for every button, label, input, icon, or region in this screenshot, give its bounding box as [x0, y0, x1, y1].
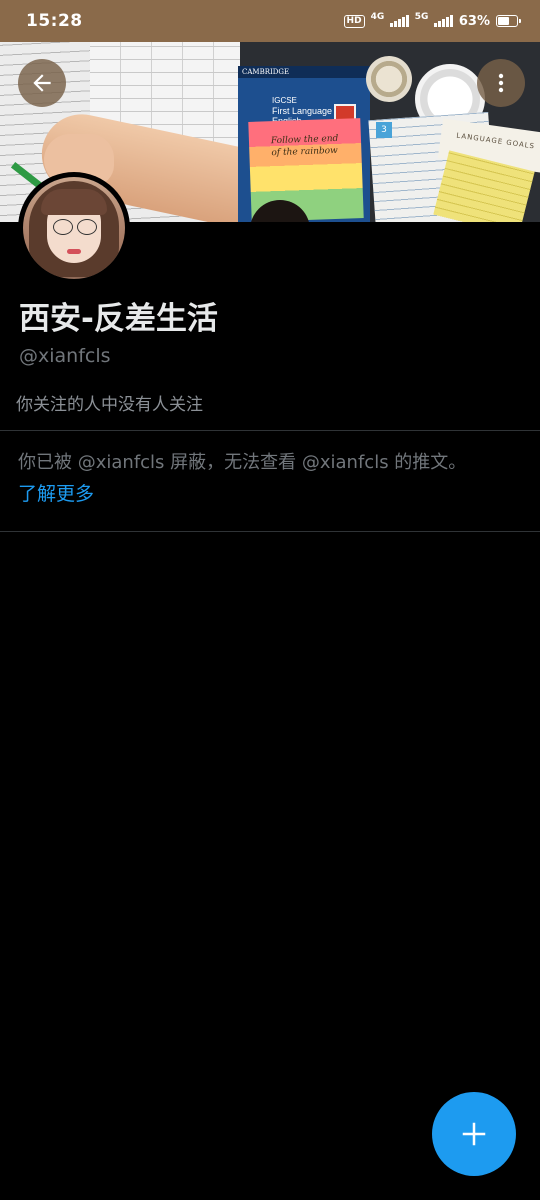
- banner-tape-roll: [366, 56, 412, 102]
- display-name: 西安-反差生活: [19, 301, 218, 337]
- notebook-tab: 3: [376, 122, 392, 138]
- book-title-line1: First Language: [272, 106, 333, 116]
- more-vertical-icon: [498, 73, 504, 93]
- divider: [0, 430, 540, 431]
- hd-badge: HD: [343, 14, 365, 28]
- arrow-left-icon: [33, 74, 51, 92]
- sticky-line1: Follow the end: [270, 133, 339, 147]
- more-options-button[interactable]: [477, 59, 525, 107]
- sticky-line2: of the rainbow: [271, 145, 338, 159]
- back-button[interactable]: [18, 59, 66, 107]
- learn-more-link[interactable]: 了解更多: [18, 480, 94, 508]
- avatar[interactable]: [18, 172, 130, 284]
- book-publisher: CAMBRIDGE: [238, 66, 370, 78]
- status-indicators: HD 4G 5G 63%: [343, 12, 521, 29]
- book-title-small: IGCSE: [272, 96, 297, 105]
- battery-icon: [496, 15, 521, 27]
- network-5g-label: 5G: [414, 12, 429, 22]
- network-4g-label: 4G: [370, 12, 385, 22]
- blocked-message: 你已被 @xianfcls 屏蔽，无法查看 @xianfcls 的推文。: [18, 452, 467, 473]
- status-time: 15:28: [26, 11, 83, 31]
- user-handle: @xianfcls: [19, 345, 111, 367]
- signal-icon: [390, 15, 409, 27]
- battery-fill: [498, 17, 509, 25]
- sticky-text: Follow the end of the rainbow: [271, 133, 339, 159]
- followers-you-know-note: 你关注的人中没有人关注: [16, 395, 203, 415]
- avatar-photo: [23, 177, 125, 279]
- status-bar: 15:28 HD 4G 5G 63%: [0, 0, 540, 42]
- compose-button[interactable]: [432, 1092, 516, 1176]
- battery-percent: 63%: [458, 13, 490, 29]
- plus-icon: [462, 1122, 486, 1146]
- divider: [0, 531, 540, 532]
- signal-icon-2: [434, 15, 453, 27]
